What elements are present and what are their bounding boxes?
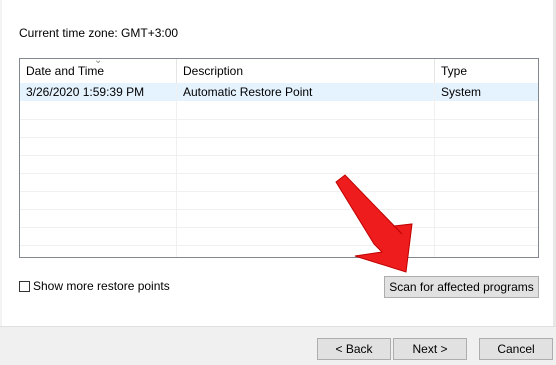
grid-line	[20, 227, 538, 228]
table-row[interactable]: 3/26/2020 1:59:39 PM Automatic Restore P…	[20, 83, 538, 101]
grid-line	[20, 209, 538, 210]
scan-affected-programs-button[interactable]: Scan for affected programs	[384, 276, 539, 298]
restore-points-list[interactable]: Date and Time ⌄ Description Type 3/26/20…	[19, 58, 539, 258]
show-more-checkbox[interactable]	[19, 280, 30, 292]
cell-date: 3/26/2020 1:59:39 PM	[26, 85, 145, 99]
grid-line	[20, 191, 538, 192]
cell-type: System	[441, 85, 482, 99]
grid-line	[20, 155, 538, 156]
next-button[interactable]: Next >	[393, 338, 467, 360]
show-more-label[interactable]: Show more restore points	[33, 279, 170, 293]
wizard-footer	[0, 326, 556, 365]
window-left-edge	[0, 0, 2, 326]
cell-description: Automatic Restore Point	[183, 85, 313, 99]
timezone-label: Current time zone: GMT+3:00	[19, 26, 179, 40]
show-more-restore-points[interactable]: Show more restore points	[19, 279, 170, 293]
grid-column-line	[434, 83, 435, 257]
list-header: Date and Time ⌄ Description Type	[20, 59, 538, 84]
column-header-type[interactable]: Type	[435, 59, 538, 83]
back-button[interactable]: < Back	[317, 338, 391, 360]
cancel-button[interactable]: Cancel	[479, 338, 553, 360]
grid-line	[20, 119, 538, 120]
grid-line	[20, 173, 538, 174]
grid-line	[20, 137, 538, 138]
column-header-description[interactable]: Description	[177, 59, 434, 83]
chevron-down-icon: ⌄	[94, 58, 103, 66]
grid-line	[20, 245, 538, 246]
grid-column-line	[176, 83, 177, 257]
